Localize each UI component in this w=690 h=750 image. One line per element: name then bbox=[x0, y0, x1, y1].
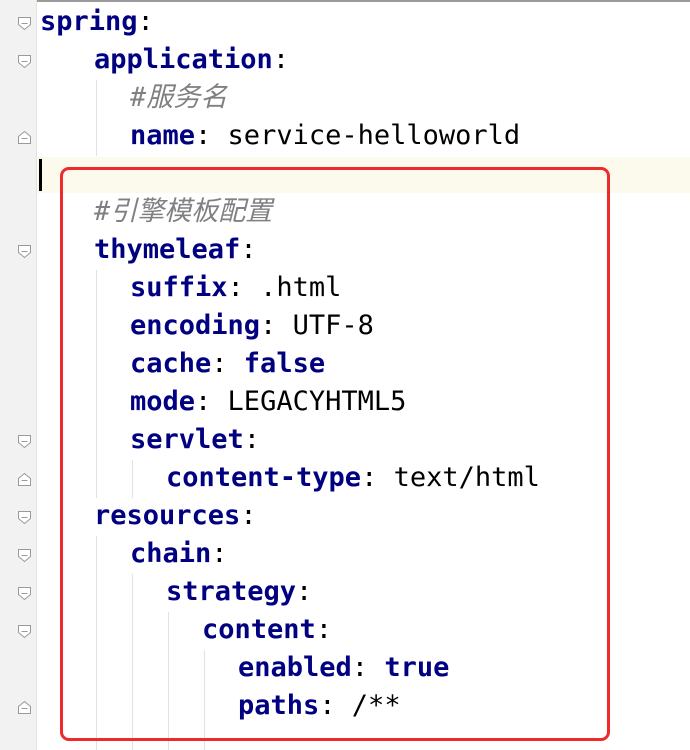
code-line: spring: bbox=[40, 4, 154, 40]
fold-open-icon[interactable] bbox=[17, 244, 32, 259]
fold-open-icon[interactable] bbox=[17, 510, 32, 525]
code-editor[interactable]: spring: application: #服务名 name: service-hel… bbox=[0, 0, 690, 750]
indent-guide bbox=[96, 80, 97, 156]
code-line: application: bbox=[94, 42, 289, 78]
yaml-colon: : bbox=[272, 44, 290, 75]
fold-end-icon[interactable] bbox=[17, 700, 32, 715]
yaml-key: spring bbox=[40, 6, 138, 37]
fold-end-icon[interactable] bbox=[17, 130, 32, 145]
yaml-value: service-helloworld bbox=[211, 120, 521, 151]
fold-open-icon[interactable] bbox=[17, 16, 32, 31]
yaml-colon: : bbox=[195, 120, 212, 151]
yaml-key: name bbox=[130, 120, 196, 151]
fold-open-icon[interactable] bbox=[17, 548, 32, 563]
fold-open-icon[interactable] bbox=[17, 434, 32, 449]
code-line: #服务名 bbox=[130, 80, 227, 116]
fold-open-icon[interactable] bbox=[17, 624, 32, 639]
fold-open-icon[interactable] bbox=[17, 586, 32, 601]
yaml-colon: : bbox=[137, 6, 154, 37]
fold-end-icon[interactable] bbox=[17, 472, 32, 487]
code-line: name: service-helloworld bbox=[130, 118, 520, 154]
yaml-key: application bbox=[94, 44, 273, 75]
highlight-annotation-box bbox=[60, 167, 610, 741]
text-caret bbox=[39, 159, 42, 191]
yaml-comment: #服务名 bbox=[130, 82, 228, 113]
editor-top-border bbox=[0, 0, 690, 2]
fold-open-icon[interactable] bbox=[17, 54, 32, 69]
